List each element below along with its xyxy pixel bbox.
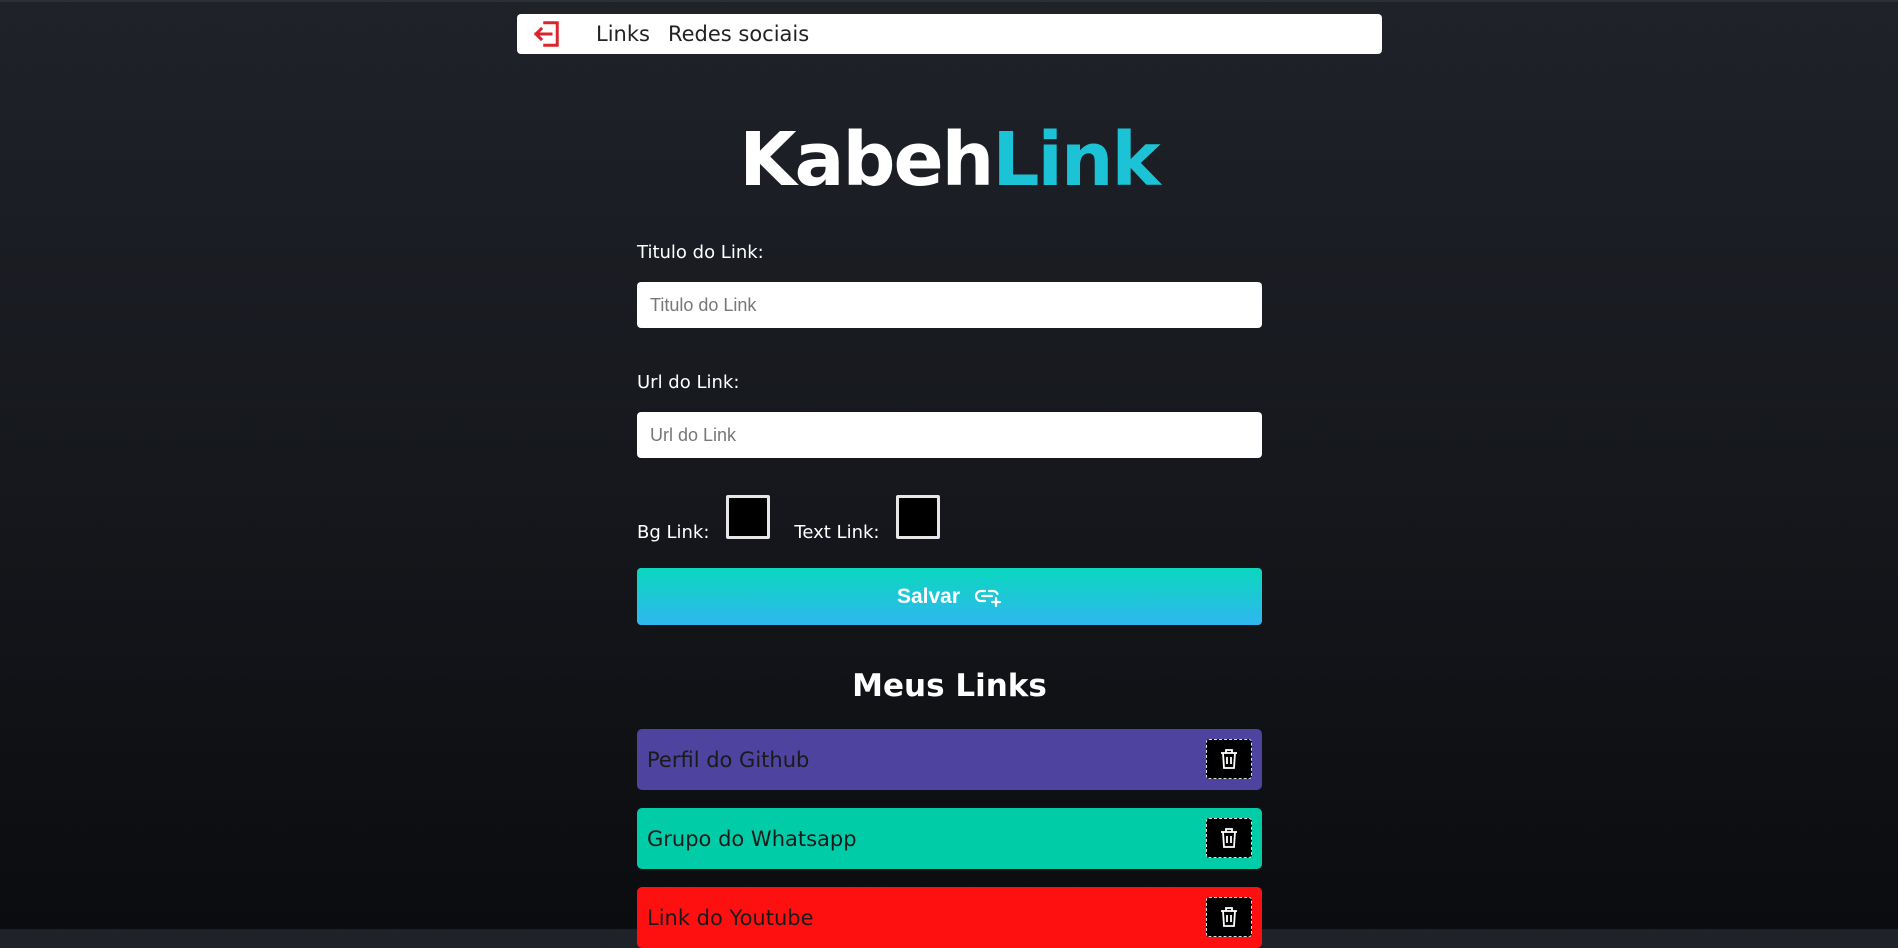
my-links-title: Meus Links: [852, 668, 1047, 704]
bg-color-label: Bg Link:: [637, 522, 710, 543]
nav-link-redes-sociais[interactable]: Redes sociais: [668, 22, 809, 46]
logout-icon: [533, 21, 559, 47]
top-navbar: Links Redes sociais: [517, 14, 1382, 54]
nav-link-links[interactable]: Links: [596, 22, 650, 46]
title-input[interactable]: [637, 282, 1262, 328]
save-button-label: Salvar: [896, 584, 961, 608]
text-color-label: Text Link:: [794, 522, 880, 543]
delete-button[interactable]: [1206, 818, 1252, 858]
top-border: [0, 0, 1898, 2]
link-item-label: Perfil do Github: [647, 747, 810, 772]
kabehlink-logo: KabehLink: [0, 112, 1898, 208]
link-item-github[interactable]: Perfil do Github: [637, 729, 1262, 790]
trash-icon: [1221, 907, 1237, 927]
text-color-picker[interactable]: [896, 494, 941, 539]
link-item-label: Link do Youtube: [647, 905, 814, 930]
link-item-whatsapp[interactable]: Grupo do Whatsapp: [637, 808, 1262, 869]
delete-button[interactable]: [1206, 739, 1252, 779]
logout-button[interactable]: [530, 18, 562, 50]
link-add-icon: [975, 589, 1002, 607]
url-label: Url do Link:: [637, 372, 740, 393]
logo-part-2: Link: [992, 117, 1160, 203]
save-button[interactable]: Salvar: [637, 568, 1262, 625]
delete-button[interactable]: [1206, 897, 1252, 937]
title-label: Titulo do Link:: [637, 242, 764, 263]
link-item-youtube[interactable]: Link do Youtube: [637, 887, 1262, 948]
url-input[interactable]: [637, 412, 1262, 458]
trash-icon: [1221, 749, 1237, 769]
link-item-label: Grupo do Whatsapp: [647, 826, 857, 851]
logo-part-1: Kabeh: [739, 117, 994, 203]
bg-color-picker[interactable]: [726, 494, 771, 539]
color-pickers: Bg Link: Text Link:: [637, 490, 941, 543]
trash-icon: [1221, 828, 1237, 848]
